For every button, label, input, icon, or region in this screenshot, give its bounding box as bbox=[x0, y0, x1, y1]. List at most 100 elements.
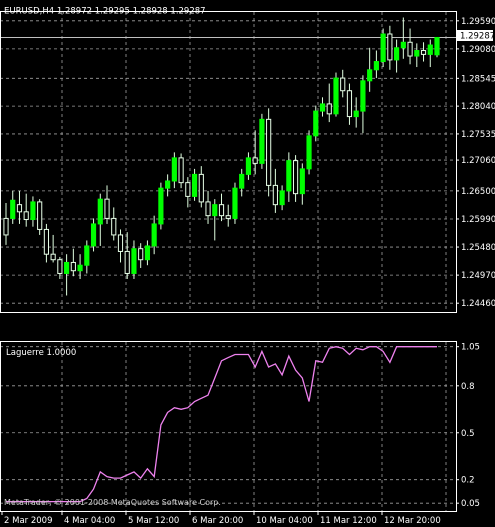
indicator-tick-label: 0.05 bbox=[461, 499, 480, 509]
candle-body bbox=[77, 264, 83, 272]
candle-body bbox=[191, 173, 198, 197]
candle-body bbox=[104, 198, 110, 219]
indicator-tick-label: 0.8 bbox=[461, 382, 475, 392]
candle-body bbox=[306, 135, 312, 170]
candle-body bbox=[340, 77, 346, 92]
candle-body bbox=[380, 33, 386, 63]
candle-body bbox=[165, 180, 171, 189]
candle[interactable] bbox=[37, 199, 43, 235]
candle-body bbox=[259, 118, 265, 164]
time-tick-label: 10 Mar 04:00 bbox=[256, 516, 313, 526]
time-tick-label: 12 Mar 20:00 bbox=[384, 516, 441, 526]
candle-body bbox=[205, 201, 211, 217]
candle-body bbox=[23, 211, 29, 221]
price-tick-label: 1.25990 bbox=[461, 215, 495, 225]
candle[interactable] bbox=[313, 105, 319, 142]
candle-body bbox=[333, 77, 339, 115]
candle-body bbox=[70, 261, 76, 272]
candle-body bbox=[367, 69, 373, 82]
candle-body bbox=[97, 198, 103, 225]
candle-body bbox=[245, 157, 252, 175]
price-tick-label: 1.27060 bbox=[461, 156, 495, 166]
candle-body bbox=[117, 234, 124, 252]
watermark: MetaTrader, © 2001-2008 MetaQuotes Softw… bbox=[4, 498, 221, 507]
candle-body bbox=[279, 190, 285, 206]
candle-body bbox=[272, 184, 278, 206]
candle-body bbox=[138, 248, 144, 261]
candle-body bbox=[286, 160, 292, 192]
candle-body bbox=[218, 204, 225, 217]
candle-body bbox=[346, 90, 353, 118]
candle[interactable] bbox=[306, 130, 312, 175]
candle-body bbox=[266, 118, 272, 186]
price-tick-label: 1.25480 bbox=[461, 243, 495, 253]
candle[interactable] bbox=[266, 108, 272, 197]
price-tick-label: 1.28040 bbox=[461, 102, 495, 112]
candle-body bbox=[37, 201, 43, 230]
candle-body bbox=[151, 223, 157, 247]
candle-body bbox=[225, 215, 231, 219]
candle-body bbox=[360, 80, 366, 112]
indicator-tick-label: 0.2 bbox=[461, 476, 475, 486]
candle[interactable] bbox=[178, 153, 184, 189]
candle-body bbox=[16, 204, 23, 213]
candle-body bbox=[373, 61, 379, 71]
candle-body bbox=[394, 47, 400, 61]
candle-body bbox=[326, 103, 332, 115]
candle-body bbox=[232, 187, 238, 219]
candle-body bbox=[43, 228, 49, 255]
candle-body bbox=[252, 157, 258, 164]
candle-body bbox=[239, 173, 245, 189]
candle-body bbox=[414, 50, 420, 57]
candle-body bbox=[131, 248, 137, 274]
candle[interactable] bbox=[380, 28, 386, 68]
time-tick-label: 2 Mar 2009 bbox=[4, 516, 52, 526]
candle-body bbox=[185, 182, 191, 197]
candle-body bbox=[387, 33, 393, 61]
candle-body bbox=[407, 41, 413, 57]
candle[interactable] bbox=[232, 182, 238, 224]
candle[interactable] bbox=[259, 113, 265, 169]
candle-body bbox=[64, 261, 70, 274]
candle-body bbox=[427, 44, 433, 55]
price-tick-label: 1.24460 bbox=[461, 299, 495, 309]
candle-body bbox=[420, 50, 427, 55]
candle-body bbox=[124, 250, 130, 274]
candle-body bbox=[171, 157, 177, 182]
current-price-label: 1.29287 bbox=[460, 32, 495, 42]
indicator-title: Laguerre 1.0000 bbox=[6, 348, 76, 358]
time-tick-label: 6 Mar 20:00 bbox=[192, 516, 243, 526]
time-tick-label: 11 Mar 12:00 bbox=[320, 516, 377, 526]
indicator-tick-label: 0.5 bbox=[461, 429, 475, 439]
candle-body bbox=[353, 110, 359, 118]
candle-body bbox=[319, 103, 326, 112]
candle-body bbox=[434, 36, 440, 56]
candle-body bbox=[57, 259, 63, 274]
candle-body bbox=[10, 199, 16, 219]
indicator-tick-label: 1.05 bbox=[461, 343, 480, 353]
price-tick-label: 1.29590 bbox=[461, 17, 495, 27]
candle-body bbox=[84, 245, 90, 266]
price-tick-label: 1.27535 bbox=[461, 130, 495, 140]
chart-title: EURUSD,H4 1.28972 1.29295 1.28928 1.2928… bbox=[4, 7, 206, 17]
candle-body bbox=[50, 253, 56, 261]
candle-body bbox=[90, 223, 97, 247]
candle-body bbox=[158, 187, 164, 225]
candle-body bbox=[212, 204, 218, 217]
price-tick-label: 1.24970 bbox=[461, 271, 495, 281]
chart-canvas[interactable]: EURUSD,H4 1.28972 1.29295 1.28928 1.2928… bbox=[0, 0, 495, 527]
candle-body bbox=[299, 168, 305, 195]
candle[interactable] bbox=[158, 182, 164, 230]
candle[interactable] bbox=[333, 72, 339, 117]
candle-body bbox=[198, 173, 204, 203]
price-tick-label: 1.26500 bbox=[461, 187, 495, 197]
candle[interactable] bbox=[434, 36, 440, 58]
price-tick-label: 1.28545 bbox=[461, 74, 495, 84]
candle-body bbox=[144, 245, 151, 261]
time-tick-label: 5 Mar 12:00 bbox=[128, 516, 179, 526]
candle-body bbox=[30, 201, 36, 221]
candle-body bbox=[400, 41, 406, 49]
candle-body bbox=[3, 217, 9, 236]
candle-body bbox=[178, 157, 184, 184]
candle-body bbox=[292, 160, 299, 195]
